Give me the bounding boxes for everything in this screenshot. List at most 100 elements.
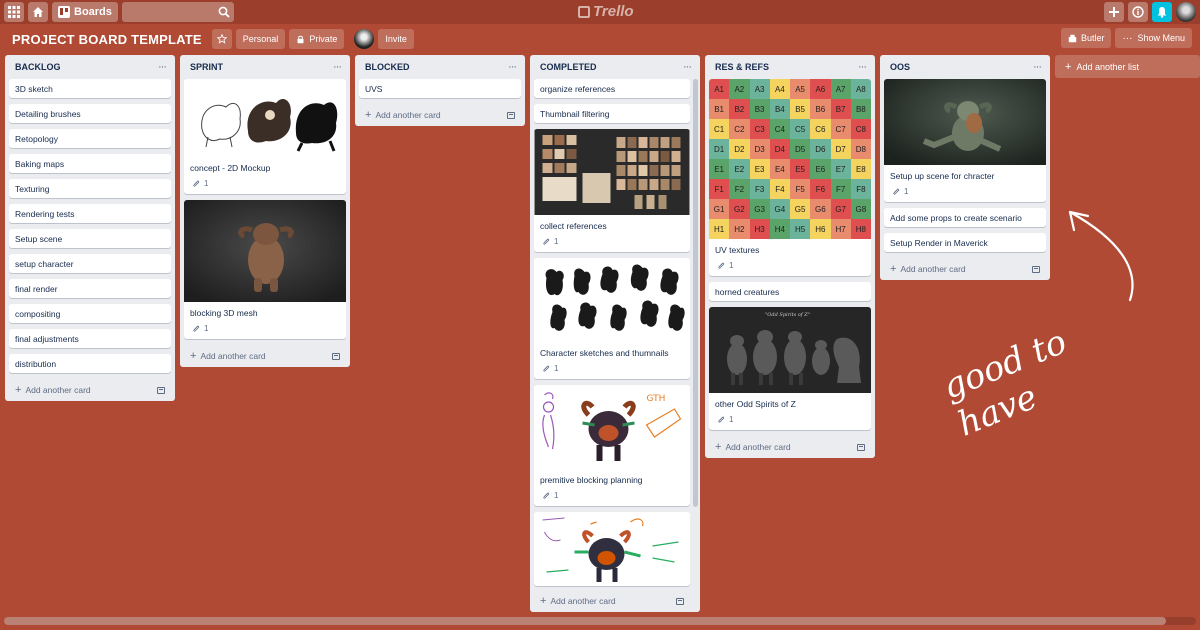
bell-icon [1157,7,1167,18]
card-cover-image: "Odd Spirits of Z" [709,307,871,393]
list-menu-icon[interactable]: ··· [158,61,167,73]
add-card-button[interactable]: + Add another card [534,590,690,612]
card[interactable]: Thumbnail filtering [534,104,690,123]
list-header: RES & REFS ··· [709,55,871,79]
add-card-label: Add another card [550,596,616,606]
trello-logo-text: Trello [593,3,634,20]
add-card-button[interactable]: + Add another card [9,379,171,401]
card-template-icon[interactable] [332,352,340,360]
card[interactable]: Detailing brushes [9,104,171,123]
user-avatar[interactable] [1176,2,1196,22]
attachments-count: 1 [554,491,559,500]
plus-icon: + [890,263,897,275]
boards-button[interactable]: Boards [52,2,118,22]
uv-cell: A2 [729,79,750,99]
card-title: Setup scene [15,234,63,244]
apps-menu-button[interactable] [4,2,24,22]
card[interactable]: "Odd Spirits of Z" other Odd Spirits of … [709,307,871,430]
uv-cell: A4 [769,79,790,99]
uv-cell: D8 [850,139,871,159]
card-template-icon[interactable] [507,111,515,119]
list-menu-icon[interactable]: ··· [1033,61,1042,73]
star-button[interactable] [211,29,232,49]
info-button[interactable] [1128,2,1148,22]
search-input[interactable] [121,2,234,22]
card-template-icon[interactable] [857,443,865,451]
list-menu-icon[interactable]: ··· [858,61,867,73]
card[interactable]: Texturing [9,179,171,198]
add-card-button[interactable]: + Add another card [184,345,346,367]
list-title[interactable]: BACKLOG [15,62,61,72]
home-button[interactable] [28,2,48,22]
list-header: BLOCKED ··· [359,55,521,79]
card[interactable]: final adjustments [9,329,171,348]
card[interactable]: organize references [534,79,690,98]
card[interactable]: concept - 2D Mockup 1 [184,79,346,194]
board-title[interactable]: PROJECT BOARD TEMPLATE [12,32,202,47]
board-horizontal-scrollbar[interactable] [4,617,1196,625]
card-title: concept - 2D Mockup [190,163,271,173]
attachments-badge: 1 [709,415,871,430]
card[interactable]: compositing [9,304,171,323]
create-button[interactable] [1104,2,1124,22]
add-card-button[interactable]: + Add another card [709,436,871,458]
list-title[interactable]: COMPLETED [540,62,597,72]
card[interactable]: Setup up scene for chracter 1 [884,79,1046,202]
card[interactable]: horned creatures [709,282,871,301]
notifications-button[interactable] [1152,2,1172,22]
card[interactable]: A1 A2 A3 A4 A5 A6 A7 A8 B1 B2 B3 B4 B5 B6 B7 B8 C1 C2 C3 C4… [709,79,871,276]
card[interactable]: Retopology [9,129,171,148]
privacy-button[interactable]: Private [289,29,345,49]
card-template-icon[interactable] [157,386,165,394]
list-menu-icon[interactable]: ··· [333,61,342,73]
uv-cell: H7 [830,219,851,239]
list-title[interactable]: OOS [890,62,910,72]
team-visibility-button[interactable]: Personal [235,29,286,49]
trello-logo[interactable]: Trello [578,3,634,20]
uv-cell: F6 [810,179,831,199]
show-menu-button[interactable]: ··· Show Menu [1115,28,1192,48]
add-list-button[interactable]: + Add another list [1055,55,1200,78]
card[interactable]: Character sketches and thumnails 1 [534,258,690,379]
uv-cell: H2 [729,219,750,239]
card[interactable]: Rendering tests [9,204,171,223]
butler-icon [1068,34,1077,42]
uv-cell: G4 [769,199,790,219]
card[interactable] [534,512,690,586]
uv-cell: B8 [850,99,871,119]
scrollbar-thumb[interactable] [4,617,1166,625]
list-title[interactable]: RES & REFS [715,62,769,72]
uv-cell: A5 [790,79,811,99]
card[interactable]: 3D sketch [9,79,171,98]
card-title: Character sketches and thumnails [540,348,669,358]
card[interactable]: collect references 1 [534,129,690,252]
list-menu-icon[interactable]: ··· [683,61,692,73]
card-cover-image [184,200,346,302]
uv-cell: F8 [850,179,871,199]
card[interactable]: Setup scene [9,229,171,248]
card-template-icon[interactable] [676,597,684,605]
card[interactable]: final render [9,279,171,298]
list-title[interactable]: BLOCKED [365,62,410,72]
list-menu-icon[interactable]: ··· [508,61,517,73]
card[interactable]: Baking maps [9,154,171,173]
uv-cell: E5 [790,159,811,179]
butler-button[interactable]: Butler [1060,28,1112,48]
uv-cell: A7 [830,79,851,99]
card-cover-image [884,79,1046,165]
card[interactable]: blocking 3D mesh 1 [184,200,346,339]
add-card-button[interactable]: + Add another card [359,104,521,126]
list-scrollbar[interactable] [693,79,698,507]
card[interactable]: UVS [359,79,521,98]
card-title: UV textures [715,245,760,255]
uv-cell: E7 [830,159,851,179]
invite-button[interactable]: Invite [378,29,414,49]
member-avatar[interactable] [354,29,375,49]
card[interactable]: distribution [9,354,171,373]
list-title[interactable]: SPRINT [190,62,223,72]
card-title: premitive blocking planning [540,475,643,485]
uv-cell: F2 [729,179,750,199]
card[interactable]: setup character [9,254,171,273]
card[interactable]: GTH premitive blocking planning 1 [534,385,690,506]
card-title: final render [15,284,58,294]
